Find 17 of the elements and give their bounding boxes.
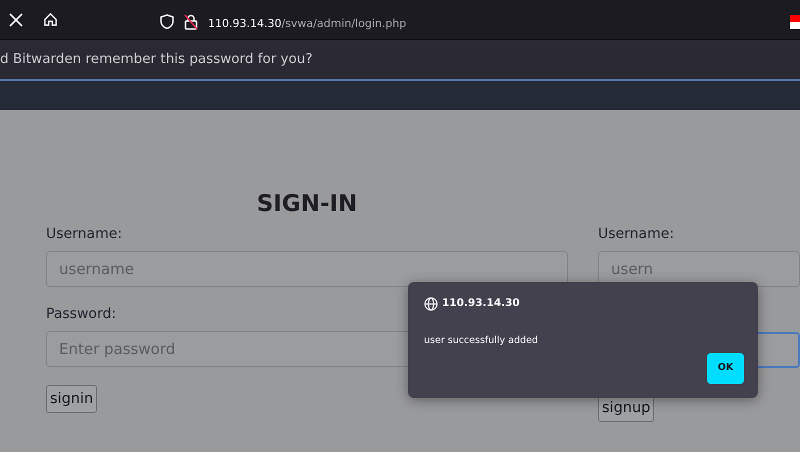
- url-host: 110.93.14.30: [208, 16, 282, 30]
- form-title: SIGN-IN: [256, 190, 358, 218]
- dialog-message: user successfully added: [424, 334, 539, 348]
- globe-icon: [424, 296, 438, 311]
- insecure-lock-icon[interactable]: [184, 14, 198, 30]
- ok-button[interactable]: OK: [707, 353, 744, 384]
- field-label: Password:: [46, 305, 116, 323]
- close-icon[interactable]: [9, 12, 23, 26]
- shield-icon[interactable]: [160, 14, 174, 29]
- field-label: Username:: [598, 225, 674, 243]
- dialog-origin: 110.93.14.30: [442, 296, 520, 311]
- password-prompt-text: d Bitwarden remember this password for you?: [0, 50, 313, 70]
- signin-button[interactable]: signin: [46, 385, 98, 413]
- flag-icon[interactable]: [790, 14, 800, 28]
- field-label: Username:: [46, 225, 122, 243]
- home-icon[interactable]: [43, 12, 58, 27]
- url-path: /svwa/admin/login.php: [281, 16, 406, 30]
